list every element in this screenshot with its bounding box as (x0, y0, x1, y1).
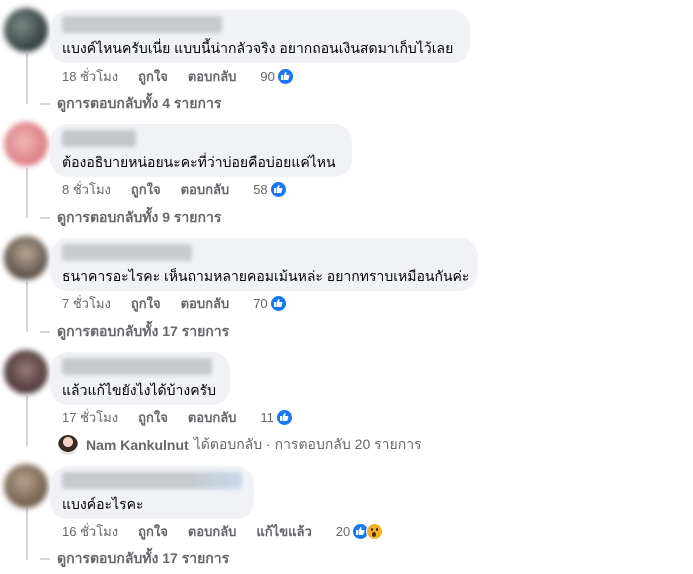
comment-bubble: แล้วแก้ไขยังไงได้บ้างครับ (50, 352, 230, 405)
reply-connector (40, 103, 50, 105)
reaction-count[interactable]: 11 (260, 410, 274, 425)
edited-label[interactable]: แก้ไขแล้ว (256, 521, 311, 542)
thread-line (26, 508, 28, 560)
comment-bubble: ธนาคารอะไรคะ เห็นถามหลายคอมเม้นหล่ะ อยาก… (50, 238, 478, 291)
thread-line (26, 396, 28, 446)
comment-bubble: ต้องอธิบายหน่อยนะคะที่ว่าบ่อยคือบ่อยแค่ไ… (50, 124, 352, 177)
commenter-name-blurred[interactable] (62, 358, 212, 375)
reply-button[interactable]: ตอบกลับ (188, 407, 237, 428)
reaction-count[interactable]: 58 (253, 182, 267, 197)
commenter-name-blurred[interactable] (62, 130, 136, 147)
wow-mouth (372, 531, 377, 537)
comment-timestamp[interactable]: 7 ชั่วโมง (62, 293, 111, 314)
comment-timestamp[interactable]: 17 ชั่วโมง (62, 407, 118, 428)
comment-bubble: แบงค์อะไรคะ (50, 466, 254, 519)
like-reaction-icon (269, 180, 287, 198)
reply-preview[interactable]: Nam Kankulnut ได้ตอบกลับ · การตอบกลับ 20… (58, 434, 422, 456)
view-replies-label: ดูการตอบกลับทั้ง 17 รายการ (57, 550, 230, 566)
view-replies-link[interactable]: ดูการตอบกลับทั้ง 9 รายการ (40, 208, 221, 228)
like-reaction-icon (269, 294, 287, 312)
replier-avatar[interactable] (58, 435, 78, 455)
reply-button[interactable]: ตอบกลับ (188, 521, 237, 542)
comment-actions: 17 ชั่วโมง ถูกใจ ตอบกลับ 11 (62, 407, 293, 427)
comment-actions: 7 ชั่วโมง ถูกใจ ตอบกลับ 70 (62, 293, 287, 313)
like-button[interactable]: ถูกใจ (138, 66, 168, 87)
view-replies-link[interactable]: ดูการตอบกลับทั้ง 17 รายการ (40, 322, 229, 342)
like-reaction-icon (275, 408, 293, 426)
comment-text: ต้องอธิบายหน่อยนะคะที่ว่าบ่อยคือบ่อยแค่ไ… (62, 154, 336, 170)
view-replies-label: ดูการตอบกลับทั้ง 9 รายการ (57, 209, 222, 225)
commenter-name-blurred[interactable] (62, 16, 222, 33)
reply-connector (40, 217, 50, 219)
like-button[interactable]: ถูกใจ (131, 179, 161, 200)
comment-actions: 8 ชั่วโมง ถูกใจ ตอบกลับ 58 (62, 179, 287, 199)
commenter-avatar[interactable] (4, 236, 48, 280)
reaction-count[interactable]: 20 (336, 524, 350, 539)
comment-timestamp[interactable]: 16 ชั่วโมง (62, 521, 118, 542)
comment-text: ธนาคารอะไรคะ เห็นถามหลายคอมเม้นหล่ะ อยาก… (62, 268, 470, 284)
comment-actions: 16 ชั่วโมง ถูกใจ ตอบกลับ แก้ไขแล้ว 20 (62, 521, 384, 542)
reply-button[interactable]: ตอบกลับ (181, 179, 230, 200)
thread-line (26, 282, 28, 332)
comment-text: แบงค์ไหนครับเนี่ย แบบนี้น่ากลัวจริง อยาก… (62, 40, 454, 56)
view-replies-label: ดูการตอบกลับทั้ง 4 รายการ (57, 95, 222, 111)
commenter-avatar[interactable] (4, 350, 48, 394)
reply-connector (40, 331, 50, 333)
comment-actions: 18 ชั่วโมง ถูกใจ ตอบกลับ 90 (62, 66, 294, 86)
commenter-name-blurred[interactable] (62, 472, 242, 489)
wow-reaction-icon (366, 522, 384, 540)
view-replies-label: ดูการตอบกลับทั้ง 17 รายการ (57, 323, 230, 339)
reply-button[interactable]: ตอบกลับ (181, 293, 230, 314)
comment-bubble: แบงค์ไหนครับเนี่ย แบบนี้น่ากลัวจริง อยาก… (50, 10, 470, 63)
replier-name[interactable]: Nam Kankulnut (86, 437, 189, 453)
reply-button[interactable]: ตอบกลับ (188, 66, 237, 87)
commenter-avatar[interactable] (4, 8, 48, 52)
like-button[interactable]: ถูกใจ (131, 293, 161, 314)
like-reaction-icon (276, 67, 294, 85)
like-button[interactable]: ถูกใจ (138, 521, 168, 542)
comment-timestamp[interactable]: 18 ชั่วโมง (62, 66, 118, 87)
view-replies-link[interactable]: ดูการตอบกลับทั้ง 17 รายการ (40, 549, 229, 569)
thread-line (26, 54, 28, 104)
comment-text: แบงค์อะไรคะ (62, 496, 144, 512)
reaction-count[interactable]: 70 (253, 296, 267, 311)
thread-line (26, 168, 28, 218)
like-button[interactable]: ถูกใจ (138, 407, 168, 428)
comment-timestamp[interactable]: 8 ชั่วโมง (62, 179, 111, 200)
commenter-avatar[interactable] (4, 122, 48, 166)
comment-text: แล้วแก้ไขยังไงได้บ้างครับ (62, 382, 216, 398)
reply-preview-text: ได้ตอบกลับ · การตอบกลับ 20 รายการ (193, 436, 422, 452)
commenter-name-blurred[interactable] (62, 244, 192, 261)
view-replies-link[interactable]: ดูการตอบกลับทั้ง 4 รายการ (40, 94, 221, 114)
commenter-avatar[interactable] (4, 464, 48, 508)
reply-connector (40, 558, 50, 560)
reaction-count[interactable]: 90 (260, 69, 274, 84)
